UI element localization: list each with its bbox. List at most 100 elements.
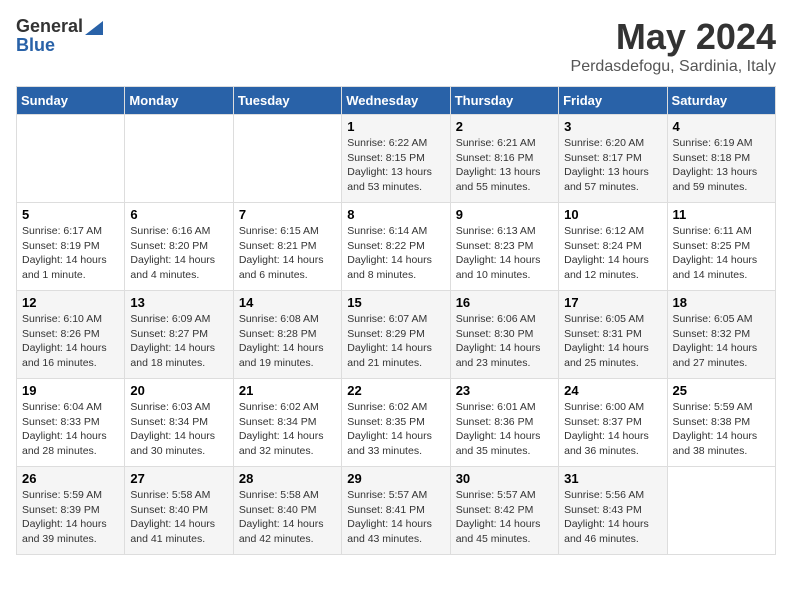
- day-number: 28: [239, 471, 336, 486]
- calendar-cell: 25Sunrise: 5:59 AMSunset: 8:38 PMDayligh…: [667, 379, 775, 467]
- day-info: Sunrise: 6:09 AMSunset: 8:27 PMDaylight:…: [130, 312, 227, 371]
- day-number: 14: [239, 295, 336, 310]
- day-number: 11: [673, 207, 770, 222]
- calendar-cell: 2 Sunrise: 6:21 AMSunset: 8:16 PMDaylight…: [450, 115, 558, 203]
- day-info: Sunrise: 6:21 AMSunset: 8:16 PMDaylight:…: [456, 136, 553, 195]
- day-number: 4: [673, 119, 770, 134]
- calendar-cell: 17 Sunrise: 6:05 AMSunset: 8:31 PMDayligh…: [559, 291, 667, 379]
- calendar-cell: [17, 115, 125, 203]
- header-day-friday: Friday: [559, 87, 667, 115]
- calendar-cell: 8 Sunrise: 6:14 AMSunset: 8:22 PMDaylight…: [342, 203, 450, 291]
- day-info: Sunrise: 5:57 AMSunset: 8:42 PMDaylight:…: [456, 488, 553, 547]
- day-number: 13: [130, 295, 227, 310]
- day-info: Sunrise: 6:15 AMSunset: 8:21 PMDaylight:…: [239, 224, 336, 283]
- calendar-cell: 22 Sunrise: 6:02 AMSunset: 8:35 PMDayligh…: [342, 379, 450, 467]
- calendar-cell: 5Sunrise: 6:17 AMSunset: 8:19 PMDaylight…: [17, 203, 125, 291]
- day-number: 24: [564, 383, 661, 398]
- calendar-cell: 9 Sunrise: 6:13 AMSunset: 8:23 PMDaylight…: [450, 203, 558, 291]
- day-number: 7: [239, 207, 336, 222]
- calendar-cell: [233, 115, 341, 203]
- header-day-saturday: Saturday: [667, 87, 775, 115]
- calendar-table: SundayMondayTuesdayWednesdayThursdayFrid…: [16, 86, 776, 555]
- logo-icon: [85, 17, 103, 35]
- day-info: Sunrise: 6:13 AMSunset: 8:23 PMDaylight:…: [456, 224, 553, 283]
- calendar-cell: 12 Sunrise: 6:10 AMSunset: 8:26 PMDayligh…: [17, 291, 125, 379]
- calendar-cell: 3 Sunrise: 6:20 AMSunset: 8:17 PMDaylight…: [559, 115, 667, 203]
- day-number: 12: [22, 295, 119, 310]
- day-info: Sunrise: 5:58 AMSunset: 8:40 PMDaylight:…: [130, 488, 227, 547]
- day-info: Sunrise: 6:17 AMSunset: 8:19 PMDaylight:…: [22, 224, 119, 283]
- day-info: Sunrise: 6:12 AMSunset: 8:24 PMDaylight:…: [564, 224, 661, 283]
- calendar-week-row: 12 Sunrise: 6:10 AMSunset: 8:26 PMDayligh…: [17, 291, 776, 379]
- day-info: Sunrise: 6:14 AMSunset: 8:22 PMDaylight:…: [347, 224, 444, 283]
- calendar-week-row: 26Sunrise: 5:59 AMSunset: 8:39 PMDayligh…: [17, 467, 776, 555]
- day-info: Sunrise: 6:05 AMSunset: 8:31 PMDaylight:…: [564, 312, 661, 371]
- day-number: 2: [456, 119, 553, 134]
- day-number: 26: [22, 471, 119, 486]
- page-header: General Blue May 2024 Perdasdefogu, Sard…: [16, 16, 776, 76]
- day-info: Sunrise: 6:16 AMSunset: 8:20 PMDaylight:…: [130, 224, 227, 283]
- calendar-cell: 7 Sunrise: 6:15 AMSunset: 8:21 PMDaylight…: [233, 203, 341, 291]
- calendar-cell: 4 Sunrise: 6:19 AMSunset: 8:18 PMDaylight…: [667, 115, 775, 203]
- day-info: Sunrise: 6:01 AMSunset: 8:36 PMDaylight:…: [456, 400, 553, 459]
- calendar-week-row: 5Sunrise: 6:17 AMSunset: 8:19 PMDaylight…: [17, 203, 776, 291]
- day-info: Sunrise: 6:03 AMSunset: 8:34 PMDaylight:…: [130, 400, 227, 459]
- location: Perdasdefogu, Sardinia, Italy: [571, 58, 776, 76]
- day-info: Sunrise: 6:04 AMSunset: 8:33 PMDaylight:…: [22, 400, 119, 459]
- day-info: Sunrise: 6:07 AMSunset: 8:29 PMDaylight:…: [347, 312, 444, 371]
- calendar-cell: 11 Sunrise: 6:11 AMSunset: 8:25 PMDayligh…: [667, 203, 775, 291]
- calendar-cell: 19 Sunrise: 6:04 AMSunset: 8:33 PMDayligh…: [17, 379, 125, 467]
- day-number: 8: [347, 207, 444, 222]
- day-number: 18: [673, 295, 770, 310]
- day-info: Sunrise: 6:05 AMSunset: 8:32 PMDaylight:…: [673, 312, 770, 371]
- day-info: Sunrise: 5:58 AMSunset: 8:40 PMDaylight:…: [239, 488, 336, 547]
- calendar-cell: 10Sunrise: 6:12 AMSunset: 8:24 PMDayligh…: [559, 203, 667, 291]
- calendar-cell: 31 Sunrise: 5:56 AMSunset: 8:43 PMDayligh…: [559, 467, 667, 555]
- day-number: 9: [456, 207, 553, 222]
- day-number: 21: [239, 383, 336, 398]
- header-day-tuesday: Tuesday: [233, 87, 341, 115]
- calendar-cell: [667, 467, 775, 555]
- day-info: Sunrise: 6:11 AMSunset: 8:25 PMDaylight:…: [673, 224, 770, 283]
- calendar-week-row: 19 Sunrise: 6:04 AMSunset: 8:33 PMDayligh…: [17, 379, 776, 467]
- calendar-cell: 28 Sunrise: 5:58 AMSunset: 8:40 PMDayligh…: [233, 467, 341, 555]
- logo-blue-text: Blue: [16, 35, 103, 56]
- calendar-cell: 1 Sunrise: 6:22 AMSunset: 8:15 PMDaylight…: [342, 115, 450, 203]
- header-day-sunday: Sunday: [17, 87, 125, 115]
- day-number: 29: [347, 471, 444, 486]
- calendar-week-row: 1 Sunrise: 6:22 AMSunset: 8:15 PMDaylight…: [17, 115, 776, 203]
- day-info: Sunrise: 6:10 AMSunset: 8:26 PMDaylight:…: [22, 312, 119, 371]
- day-number: 15: [347, 295, 444, 310]
- day-info: Sunrise: 6:20 AMSunset: 8:17 PMDaylight:…: [564, 136, 661, 195]
- month-title: May 2024: [571, 16, 776, 58]
- calendar-cell: 21 Sunrise: 6:02 AMSunset: 8:34 PMDayligh…: [233, 379, 341, 467]
- day-number: 22: [347, 383, 444, 398]
- calendar-cell: 20 Sunrise: 6:03 AMSunset: 8:34 PMDayligh…: [125, 379, 233, 467]
- header-day-wednesday: Wednesday: [342, 87, 450, 115]
- logo-general-text: General: [16, 16, 83, 37]
- day-info: Sunrise: 5:56 AMSunset: 8:43 PMDaylight:…: [564, 488, 661, 547]
- calendar-cell: 24 Sunrise: 6:00 AMSunset: 8:37 PMDayligh…: [559, 379, 667, 467]
- day-number: 27: [130, 471, 227, 486]
- day-number: 20: [130, 383, 227, 398]
- day-info: Sunrise: 6:00 AMSunset: 8:37 PMDaylight:…: [564, 400, 661, 459]
- day-info: Sunrise: 6:08 AMSunset: 8:28 PMDaylight:…: [239, 312, 336, 371]
- day-number: 19: [22, 383, 119, 398]
- day-number: 31: [564, 471, 661, 486]
- calendar-cell: 26Sunrise: 5:59 AMSunset: 8:39 PMDayligh…: [17, 467, 125, 555]
- logo: General Blue: [16, 16, 103, 56]
- day-info: Sunrise: 5:59 AMSunset: 8:38 PMDaylight:…: [673, 400, 770, 459]
- day-number: 3: [564, 119, 661, 134]
- calendar-cell: 18 Sunrise: 6:05 AMSunset: 8:32 PMDayligh…: [667, 291, 775, 379]
- calendar-cell: 6Sunrise: 6:16 AMSunset: 8:20 PMDaylight…: [125, 203, 233, 291]
- day-info: Sunrise: 6:19 AMSunset: 8:18 PMDaylight:…: [673, 136, 770, 195]
- calendar-cell: 23 Sunrise: 6:01 AMSunset: 8:36 PMDayligh…: [450, 379, 558, 467]
- day-number: 23: [456, 383, 553, 398]
- day-info: Sunrise: 6:02 AMSunset: 8:35 PMDaylight:…: [347, 400, 444, 459]
- day-info: Sunrise: 6:02 AMSunset: 8:34 PMDaylight:…: [239, 400, 336, 459]
- day-info: Sunrise: 5:57 AMSunset: 8:41 PMDaylight:…: [347, 488, 444, 547]
- day-number: 1: [347, 119, 444, 134]
- calendar-cell: 16Sunrise: 6:06 AMSunset: 8:30 PMDayligh…: [450, 291, 558, 379]
- day-number: 17: [564, 295, 661, 310]
- day-info: Sunrise: 6:22 AMSunset: 8:15 PMDaylight:…: [347, 136, 444, 195]
